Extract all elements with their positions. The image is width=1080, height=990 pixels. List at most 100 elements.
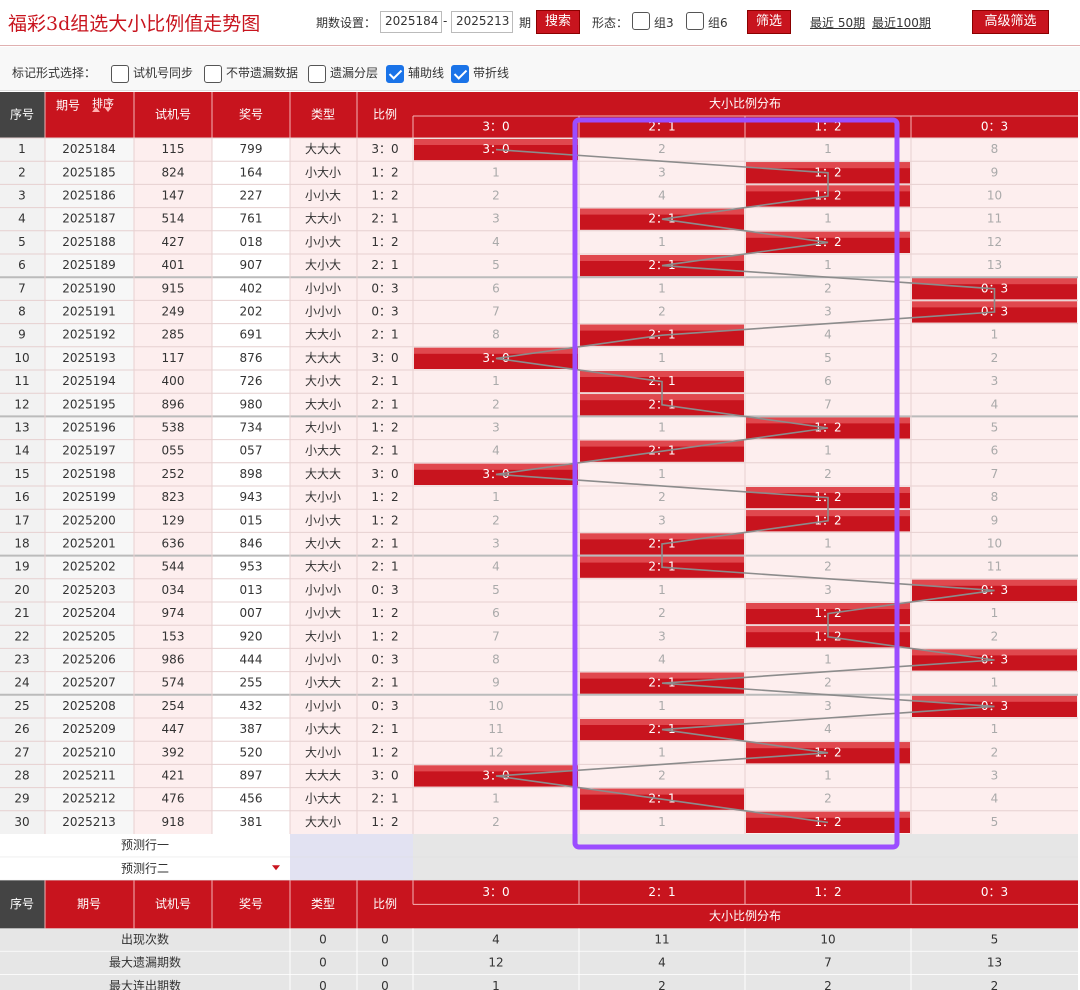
row-type: 大大大 <box>305 769 341 783</box>
row-ratio: 2：1 <box>371 374 398 388</box>
row-trial: 427 <box>162 235 185 249</box>
row-type: 小大大 <box>305 444 341 458</box>
predict-row-label: 预测行二 <box>121 861 169 875</box>
dist-header: 大小比例分布 <box>709 97 781 111</box>
row-prize: 898 <box>240 467 263 481</box>
row-prize: 943 <box>240 490 263 504</box>
row-type: 小大大 <box>305 722 341 736</box>
trial-sync-checkbox[interactable] <box>111 65 129 83</box>
row-type: 大小小 <box>305 629 341 643</box>
row-trial: 401 <box>162 258 185 272</box>
no-miss-data-checkbox[interactable] <box>204 65 222 83</box>
row-ratio: 1：2 <box>371 745 398 759</box>
dist-miss-value: 5 <box>824 351 832 365</box>
row-ratio: 1：2 <box>371 490 398 504</box>
aux-line-checkbox[interactable] <box>386 65 404 83</box>
dist-miss-value: 10 <box>987 537 1002 551</box>
row-trial: 986 <box>162 653 185 667</box>
row-ratio: 1：2 <box>371 815 398 829</box>
row-seq: 1 <box>18 142 26 156</box>
row-ratio: 1：2 <box>371 606 398 620</box>
row-seq: 14 <box>14 444 29 458</box>
row-prize: 387 <box>240 722 263 736</box>
row-period: 2025203 <box>62 583 115 597</box>
row-type: 小小小 <box>305 305 341 319</box>
row-prize: 846 <box>240 537 263 551</box>
row-period: 2025200 <box>62 513 115 527</box>
dist-miss-value: 2 <box>824 792 832 806</box>
dist-miss-value: 5 <box>492 258 500 272</box>
row-seq: 28 <box>14 769 29 783</box>
row-ratio: 1：2 <box>371 189 398 203</box>
dist-miss-value: 1 <box>824 258 832 272</box>
filter-button[interactable]: 筛选 <box>747 10 791 34</box>
recent-50-link[interactable]: 最近 50期 <box>810 14 865 31</box>
period-from-input[interactable]: 2025184 <box>380 11 442 33</box>
dist-miss-value: 8 <box>991 142 999 156</box>
row-period: 2025201 <box>62 537 115 551</box>
dist-miss-value: 1 <box>658 351 666 365</box>
dist-miss-value: 1 <box>658 235 666 249</box>
stats-dist-value: 2 <box>991 979 999 990</box>
dist-miss-value: 2 <box>824 467 832 481</box>
row-trial: 400 <box>162 374 185 388</box>
dist-miss-value: 1 <box>991 722 999 736</box>
dist-miss-value: 11 <box>987 560 1002 574</box>
row-type: 大大小 <box>305 815 341 829</box>
row-period: 2025206 <box>62 653 115 667</box>
row-ratio: 2：1 <box>371 397 398 411</box>
row-trial: 514 <box>162 212 185 226</box>
row-ratio: 1：2 <box>371 629 398 643</box>
dist-miss-value: 1 <box>991 676 999 690</box>
miss-layer-checkbox[interactable] <box>308 65 326 83</box>
dist-miss-value: 6 <box>492 606 500 620</box>
group3-checkbox[interactable] <box>632 12 650 30</box>
row-seq: 15 <box>14 467 29 481</box>
dist-miss-value: 7 <box>991 467 999 481</box>
dist-miss-value: 9 <box>991 513 999 527</box>
row-ratio: 1：2 <box>371 421 398 435</box>
dist-miss-value: 4 <box>824 722 832 736</box>
trend-table: 序号期号 排序试机号 奖号 类型 比例大小比例分布3：0 2：1 1：2 0：31 202518… <box>0 92 1078 990</box>
row-period: 2025188 <box>62 235 115 249</box>
row-period: 2025192 <box>62 328 115 342</box>
dist-miss-value: 1 <box>824 653 832 667</box>
row-prize: 520 <box>240 745 263 759</box>
advanced-filter-button[interactable]: 高级筛选 <box>972 10 1049 34</box>
row-ratio: 1：2 <box>371 165 398 179</box>
dist-miss-value: 8 <box>991 490 999 504</box>
row-type: 小小大 <box>305 235 341 249</box>
dist-miss-value: 1 <box>824 537 832 551</box>
group6-checkbox[interactable] <box>686 12 704 30</box>
row-ratio: 0：3 <box>371 699 398 713</box>
dist-miss-value: 12 <box>987 235 1002 249</box>
period-to-input[interactable]: 2025213 <box>451 11 513 33</box>
dist-miss-value: 11 <box>987 212 1002 226</box>
row-prize: 691 <box>240 328 263 342</box>
row-period: 2025198 <box>62 467 115 481</box>
dist-miss-value: 7 <box>492 305 500 319</box>
stats-label: 出现次数 <box>121 932 169 947</box>
row-type: 大大小 <box>305 328 341 342</box>
stats-ratio: 0 <box>381 979 389 990</box>
row-type: 小大小 <box>305 165 341 179</box>
row-prize: 432 <box>240 699 263 713</box>
period-dash: - <box>443 14 448 28</box>
row-prize: 057 <box>240 444 263 458</box>
row-trial: 918 <box>162 815 185 829</box>
period-setting-label: 期数设置： <box>316 16 377 30</box>
row-prize: 015 <box>240 513 263 527</box>
polyline-checkbox[interactable] <box>451 65 469 83</box>
group6-label: 组6 <box>708 16 728 30</box>
dist-miss-value: 3 <box>824 305 832 319</box>
dist-miss-value: 2 <box>492 397 500 411</box>
row-trial: 974 <box>162 606 185 620</box>
row-trial: 824 <box>162 165 185 179</box>
recent-100-link[interactable]: 最近100期 <box>872 14 931 31</box>
search-button[interactable]: 搜索 <box>536 10 580 34</box>
row-prize: 202 <box>240 305 263 319</box>
dist-miss-value: 1 <box>824 444 832 458</box>
dist-miss-value: 2 <box>991 351 999 365</box>
dist-miss-value: 2 <box>824 676 832 690</box>
dist-miss-value: 5 <box>492 583 500 597</box>
